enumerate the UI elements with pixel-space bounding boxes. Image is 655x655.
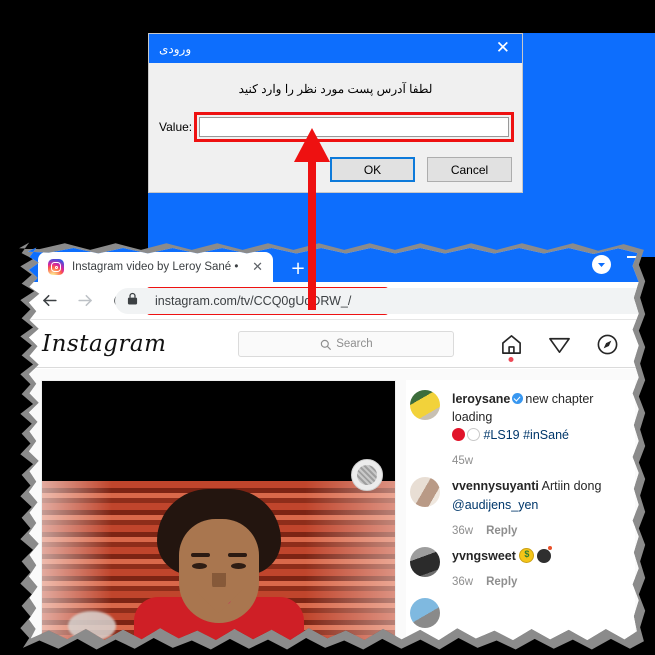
avatar[interactable] [410, 477, 440, 508]
comment-hashtags[interactable]: #LS19 #inSané [483, 428, 569, 442]
comment-body: yvngsweet 36w Reply [452, 545, 631, 588]
value-label: Value: [159, 120, 193, 134]
back-arrow-icon[interactable] [36, 288, 62, 314]
browser-tab-instagram[interactable]: Instagram video by Leroy Sané • ✕ [38, 252, 273, 282]
tab-title: Instagram video by Leroy Sané • [72, 261, 239, 273]
bomb-emoji [537, 545, 553, 563]
ok-button[interactable]: OK [330, 157, 415, 182]
browser-window: Instagram video by Leroy Sané • ✕ + inst… [14, 240, 649, 652]
direct-send-icon[interactable] [547, 332, 571, 356]
post-video[interactable] [41, 380, 396, 641]
dialog-field-row: Value: [159, 112, 514, 142]
lock-glyph [127, 292, 138, 304]
eye-left [191, 563, 207, 569]
close-icon[interactable]: ✕ [248, 260, 267, 275]
value-input[interactable] [199, 117, 509, 137]
home-glyph [501, 334, 521, 354]
red-arrow-pointing-to-value-field [294, 128, 330, 310]
value-field-highlight [194, 112, 514, 142]
comment-time: 36w [452, 524, 474, 537]
comments-list[interactable]: leroysane new chapter loading #LS19 #inSa… [406, 380, 635, 641]
eye-right [230, 563, 246, 569]
eyebrow-left [190, 553, 210, 557]
forward-arrow-icon[interactable] [72, 288, 98, 314]
comment-item: leroysane new chapter loading #LS19 #inSa… [406, 380, 635, 467]
avatar[interactable] [410, 390, 440, 420]
comment-item: yvngsweet 36w Reply [406, 537, 635, 588]
address-bar-highlight: instagram.com/tv/CCQ0gUqDRW_/ [115, 286, 639, 315]
paper-plane-glyph [548, 337, 570, 353]
home-icon[interactable] [499, 332, 523, 362]
comment-time: 45w [452, 455, 474, 468]
search-input[interactable]: Search [238, 331, 455, 357]
dialog-body: لطفا آدرس پست مورد نظر را وارد کنید Valu… [149, 63, 522, 194]
club-logo-inner [357, 465, 377, 485]
dialog-buttons: OK Cancel [330, 157, 512, 182]
post-container: leroysane new chapter loading #LS19 #inSa… [27, 369, 639, 641]
reply-button[interactable]: Reply [486, 576, 517, 588]
explore-compass-icon[interactable] [595, 332, 619, 356]
club-logo-watermark-icon [351, 459, 383, 491]
verified-badge-icon [512, 393, 524, 404]
comment-username[interactable]: vvennysuyanti [452, 479, 539, 493]
dialog-title: ورودی [159, 41, 192, 56]
dialog-prompt: لطفا آدرس پست مورد نظر را وارد کنید [238, 82, 433, 96]
white-circle-emoji [467, 428, 480, 442]
comment-meta: 45w [452, 455, 631, 467]
notification-dot [508, 357, 514, 362]
comment-item-partial [406, 588, 635, 628]
comment-item: vvennysuyanti Artiin dong @audijens_yen … [406, 467, 635, 537]
eyebrow-right [227, 553, 247, 557]
money-face-emoji [519, 547, 535, 563]
video-scene [42, 481, 395, 641]
comment-time: 36w [452, 575, 474, 588]
back-arrow-glyph [42, 294, 57, 307]
search-icon [320, 339, 332, 350]
browser-content: Instagram video by Leroy Sané • ✕ + inst… [27, 247, 639, 641]
dialog-titlebar: ورودی ✕ [149, 34, 522, 63]
comment-message: Artiin dong [541, 479, 602, 494]
comment-text: vvennysuyanti Artiin dong @audijens_yen [452, 477, 631, 513]
input-dialog: ورودی ✕ لطفا آدرس پست مورد نظر را وارد ک… [148, 33, 523, 193]
comment-username[interactable]: leroysane [452, 392, 510, 406]
instagram-header: Instagram Search [27, 321, 639, 368]
screenshot-root: Instagram video by Leroy Sané • ✕ + inst… [0, 0, 655, 655]
comment-text: leroysane new chapter loading #LS19 #inSa… [452, 390, 631, 444]
comment-mention[interactable]: @audijens_yen [452, 498, 538, 512]
video-letterbox [42, 381, 395, 481]
comment-text: yvngsweet [452, 545, 631, 565]
instagram-nav [499, 332, 625, 362]
comment-meta: 36w Reply [452, 576, 631, 588]
search-placeholder: Search [336, 338, 373, 350]
avatar[interactable] [410, 597, 440, 628]
forward-arrow-glyph [77, 294, 92, 307]
comment-username[interactable]: yvngsweet [452, 549, 516, 563]
red-circle-emoji [452, 428, 465, 442]
comment-body: vvennysuyanti Artiin dong @audijens_yen … [452, 477, 631, 536]
avatar[interactable] [410, 546, 440, 577]
reply-button[interactable]: Reply [486, 525, 517, 537]
chevron-down-glyph [598, 263, 605, 267]
browser-toolbar: instagram.com/tv/CCQ0gUqDRW_/ [27, 282, 639, 320]
compass-glyph [597, 334, 617, 354]
instagram-logo[interactable]: Instagram [42, 331, 166, 357]
close-icon[interactable]: ✕ [492, 40, 514, 57]
lock-icon [127, 292, 138, 310]
comment-meta: 36w Reply [452, 525, 631, 537]
scene-light-right [305, 481, 395, 641]
instagram-favicon [48, 259, 64, 275]
chevron-down-icon[interactable] [592, 255, 611, 274]
comment-body: leroysane new chapter loading #LS19 #inSa… [452, 390, 631, 467]
cancel-button[interactable]: Cancel [427, 157, 512, 182]
